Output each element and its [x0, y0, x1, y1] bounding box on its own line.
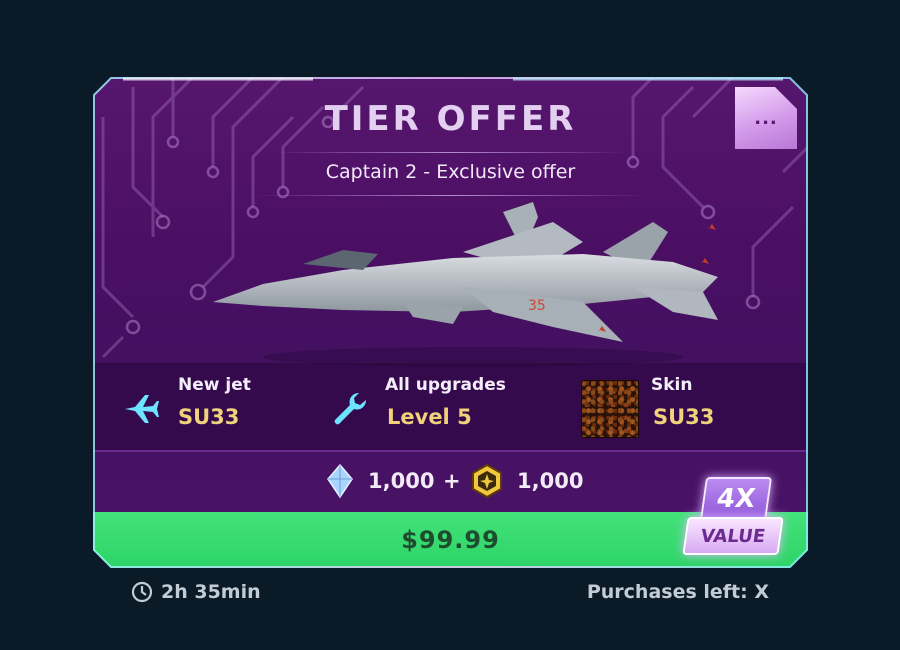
- reward-title: New jet: [178, 375, 251, 395]
- reward-title: Skin: [651, 375, 693, 395]
- reward-all-upgrades: All upgrades Level 5: [329, 363, 559, 451]
- coin-amount: 1,000: [517, 469, 584, 493]
- offer-timer: 2h 35min: [131, 578, 261, 606]
- badge-value: VALUE: [682, 517, 784, 555]
- reward-new-jet: New jet SU33: [121, 363, 321, 451]
- offer-title: TIER OFFER: [324, 99, 577, 139]
- purchases-left: Purchases left: X: [587, 578, 769, 606]
- rewards-divider: [93, 450, 808, 452]
- wrench-icon: [334, 392, 367, 425]
- rewards-band: New jet SU33 All upgrades Level 5 Skin S…: [93, 362, 808, 451]
- badge-multiplier: 4X: [699, 477, 773, 521]
- crystal-amount: 1,000: [368, 469, 435, 493]
- skin-swatch: [581, 380, 639, 438]
- plus-sign: +: [443, 455, 461, 507]
- more-options-label: ...: [754, 107, 778, 129]
- jet-icon: [125, 395, 159, 423]
- reward-title: All upgrades: [385, 375, 506, 395]
- reward-value: SU33: [653, 405, 715, 429]
- crystal-icon: [327, 463, 353, 499]
- purchases-text: Purchases left: X: [586, 581, 769, 603]
- title-divider: [273, 152, 628, 153]
- plus-text: +: [443, 469, 461, 493]
- reward-value: Level 5: [387, 405, 472, 429]
- crystal-cost: 1,000: [326, 455, 434, 507]
- coin-icon: [472, 464, 502, 498]
- badge-value-text: VALUE: [699, 525, 767, 547]
- timer-text: 2h 35min: [161, 581, 261, 603]
- reward-value: SU33: [178, 405, 240, 429]
- reward-skin: Skin SU33: [581, 363, 781, 451]
- jet-marking: 35: [528, 298, 546, 314]
- value-badge: 4X VALUE: [682, 477, 784, 555]
- clock-icon: [131, 581, 153, 603]
- coin-cost: 1,000: [471, 455, 583, 507]
- jet-image: 35: [213, 202, 718, 367]
- badge-multiplier-text: 4X: [714, 484, 758, 514]
- offer-subtitle: Captain 2 - Exclusive offer: [325, 161, 576, 183]
- price-label: $99.99: [401, 526, 500, 554]
